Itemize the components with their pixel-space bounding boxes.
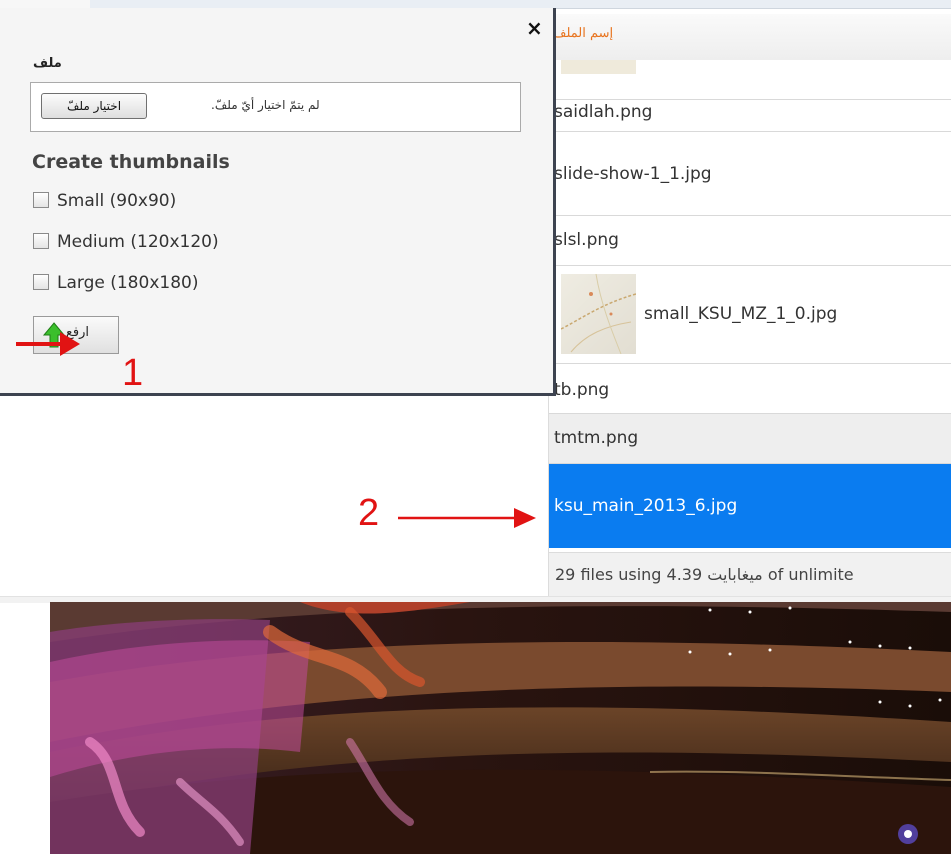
file-name-column-header[interactable]: إسم الملف [553, 26, 613, 41]
top-strip [0, 0, 951, 9]
file-label: ملف [33, 56, 62, 71]
option-label: Medium (120x120) [57, 232, 219, 252]
upload-label: ارفع [66, 325, 90, 340]
file-list-footer: 29 files using 4.39 ميغابايت of unlimite [549, 552, 951, 596]
file-name: saidlah.png [554, 102, 653, 122]
map-thumbnail-image [560, 273, 637, 355]
upload-dialog: × ملف اختيار ملفّ لم يتمّ اختيار أيّ ملف… [0, 8, 556, 396]
usage-summary: 29 files using 4.39 ميغابايت of unlimite [555, 565, 854, 584]
file-name: ksu_main_2013_6.jpg [554, 496, 738, 516]
medium-checkbox[interactable] [33, 233, 49, 249]
close-icon[interactable]: × [526, 18, 543, 38]
file-name: tb.png [554, 380, 610, 400]
file-name: slide-show-1_1.jpg [554, 164, 712, 184]
map-thumbnail [560, 273, 637, 355]
option-medium[interactable]: Medium (120x120) [33, 232, 219, 252]
option-small[interactable]: Small (90x90) [33, 191, 176, 211]
hall-photo [50, 602, 951, 854]
file-list: إسم الملف saidlah.png saidlah.png slide-… [548, 14, 951, 596]
annotation-number-2: 2 [358, 492, 380, 534]
table-row-saidlah[interactable]: saidlah.png [549, 60, 951, 132]
option-large[interactable]: Large (180x180) [33, 273, 198, 293]
annotation-arrow-2 [398, 508, 536, 528]
table-row-small-ksu[interactable]: small_KSU_MZ_1_0.jpg [549, 266, 951, 364]
upload-button[interactable]: ارفع [33, 316, 119, 354]
option-label: Small (90x90) [57, 191, 177, 211]
choose-file-button[interactable]: اختيار ملفّ [41, 93, 147, 119]
large-checkbox[interactable] [33, 274, 49, 290]
table-row-tmtm[interactable]: tmtm.png [549, 414, 951, 464]
file-name: small_KSU_MZ_1_0.jpg [644, 304, 838, 324]
file-input[interactable]: اختيار ملفّ لم يتمّ اختيار أيّ ملفّ. [30, 82, 521, 132]
thumbnails-title: Create thumbnails [32, 151, 230, 173]
file-status: لم يتمّ اختيار أيّ ملفّ. [211, 98, 320, 112]
upload-arrow-icon [42, 322, 66, 348]
file-name: slsl.png [554, 230, 619, 250]
table-row-tb[interactable]: tb.png [549, 364, 951, 414]
option-label: Large (180x180) [57, 273, 199, 293]
table-row-slide-show[interactable]: slide-show-1_1.jpg [549, 132, 951, 216]
file-list-header[interactable]: إسم الملف [549, 14, 951, 61]
hall-image [50, 602, 951, 854]
table-row-slsl[interactable]: slsl.png [549, 216, 951, 266]
table-row-selected[interactable]: ksu_main_2013_6.jpg [549, 464, 951, 548]
file-name: tmtm.png [554, 428, 639, 448]
annotation-number-1: 1 [122, 352, 144, 394]
small-checkbox[interactable] [33, 192, 49, 208]
